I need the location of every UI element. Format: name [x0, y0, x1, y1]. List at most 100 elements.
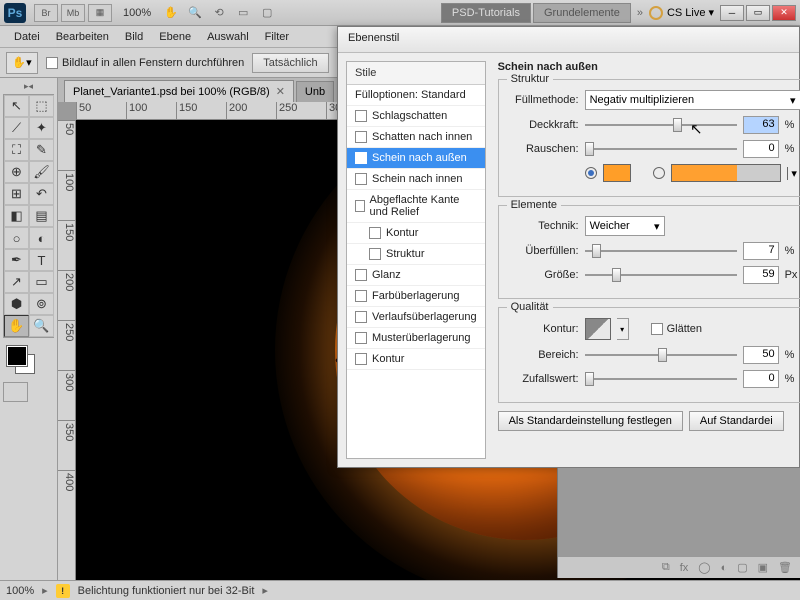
style-item-9[interactable]: Farbüberlagerung — [347, 286, 485, 307]
history-tool[interactable]: ↶ — [29, 183, 54, 205]
shape-tool[interactable]: ▭ — [29, 271, 54, 293]
screenmode-icon[interactable]: ▢ — [257, 6, 277, 19]
eyedropper-tool[interactable]: ✎ — [29, 139, 54, 161]
style-item-12[interactable]: Kontur — [347, 349, 485, 370]
bridge-button[interactable]: Br — [34, 4, 58, 22]
stamp-tool[interactable]: ⊞ — [4, 183, 29, 205]
heal-tool[interactable]: ⊕ — [4, 161, 29, 183]
style-item-10[interactable]: Verlaufsüberlagerung — [347, 307, 485, 328]
noise-slider[interactable] — [585, 141, 737, 157]
size-slider[interactable] — [585, 267, 737, 283]
menu-bearbeiten[interactable]: Bearbeiten — [48, 28, 117, 46]
blendmode-select[interactable]: Negativ multiplizieren▾ — [585, 90, 800, 110]
tool-preset[interactable]: ✋▾ — [6, 52, 38, 74]
gradient-dropdown[interactable]: ▾ — [787, 167, 800, 180]
eraser-tool[interactable]: ◧ — [4, 205, 29, 227]
style-item-4[interactable]: Schein nach innen — [347, 169, 485, 190]
zoom-tool[interactable]: 🔍 — [29, 315, 54, 337]
lasso-tool[interactable]: ⟋ — [4, 117, 29, 139]
actual-pixels-button[interactable]: Tatsächlich — [252, 53, 328, 73]
quickmask-button[interactable] — [3, 382, 28, 402]
close-icon[interactable]: ✕ — [276, 85, 285, 98]
workspace-tab-1[interactable]: PSD-Tutorials — [441, 3, 531, 23]
status-arrow[interactable]: ▸ — [42, 584, 48, 597]
newlayer-icon[interactable]: ▣ — [758, 561, 768, 574]
style-item-0[interactable]: Füllopti­onen: Standard — [347, 85, 485, 106]
make-default-button[interactable]: Als Standardeinstellung festlegen — [498, 411, 683, 431]
viewextras-button[interactable]: ▦ — [88, 4, 112, 22]
crop-tool[interactable]: ⛶ — [4, 139, 29, 161]
opacity-input[interactable]: 63 — [743, 116, 779, 134]
jitter-input[interactable]: 0 — [743, 370, 779, 388]
menu-ebene[interactable]: Ebene — [151, 28, 199, 46]
document-tab-2[interactable]: Unb — [296, 81, 334, 102]
style-item-6[interactable]: Kontur — [347, 223, 485, 244]
style-item-2[interactable]: Schatten nach innen — [347, 127, 485, 148]
contour-picker[interactable] — [585, 318, 611, 340]
adjustment-icon[interactable]: ◐ — [721, 562, 728, 574]
hand-tool[interactable]: ✋ — [4, 315, 29, 337]
type-tool[interactable]: T — [29, 249, 54, 271]
style-item-11[interactable]: Musterüberlagerung — [347, 328, 485, 349]
path-tool[interactable]: ↗ — [4, 271, 29, 293]
blur-tool[interactable]: ○ — [4, 227, 29, 249]
folder-icon[interactable]: ▢ — [737, 561, 747, 574]
menu-datei[interactable]: Datei — [6, 28, 48, 46]
scroll-all-checkbox[interactable]: Bildlauf in allen Fenstern durchführen — [46, 57, 244, 69]
trash-icon[interactable]: 🗑 — [778, 561, 792, 574]
jitter-slider[interactable] — [585, 371, 737, 387]
move-tool[interactable]: ↖ — [4, 95, 29, 117]
dodge-tool[interactable]: ◐ — [29, 227, 54, 249]
reset-default-button[interactable]: Auf Standardei — [689, 411, 784, 431]
style-item-7[interactable]: Struktur — [347, 244, 485, 265]
menu-filter[interactable]: Filter — [257, 28, 297, 46]
glow-gradient-swatch[interactable] — [671, 164, 781, 182]
window-close[interactable]: ✕ — [772, 5, 796, 21]
range-input[interactable]: 50 — [743, 346, 779, 364]
camera-tool[interactable]: ⊚ — [29, 293, 54, 315]
noise-input[interactable]: 0 — [743, 140, 779, 158]
style-list-header[interactable]: Stile — [347, 62, 485, 85]
menu-bild[interactable]: Bild — [117, 28, 151, 46]
3d-tool[interactable]: ⬢ — [4, 293, 29, 315]
gradient-tool[interactable]: ▤ — [29, 205, 54, 227]
mask-icon[interactable]: ◯ — [698, 561, 710, 574]
technique-select[interactable]: Weicher▾ — [585, 216, 665, 236]
document-tab-1[interactable]: Planet_Variante1.psd bei 100% (RGB/8)✕ — [64, 80, 294, 102]
brush-tool[interactable]: 🖌 — [29, 161, 54, 183]
cslive-button[interactable]: CS Live▾ — [649, 6, 714, 20]
color-swatches[interactable] — [3, 342, 54, 378]
zoom-display[interactable]: 100% — [123, 7, 151, 19]
style-item-1[interactable]: Schlagschatten — [347, 106, 485, 127]
color-radio[interactable] — [585, 167, 597, 179]
window-minimize[interactable]: ─ — [720, 5, 744, 21]
fx-icon[interactable]: fx — [680, 562, 689, 574]
spread-slider[interactable] — [585, 243, 737, 259]
hand-icon[interactable]: ✋ — [161, 6, 181, 19]
marquee-tool[interactable]: ⬚ — [29, 95, 54, 117]
antialias-checkbox[interactable]: Glätten — [651, 323, 702, 335]
zoom-icon[interactable]: 🔍 — [185, 6, 205, 19]
link-icon[interactable]: ⧉ — [662, 561, 670, 574]
status-zoom[interactable]: 100% — [6, 585, 34, 597]
spread-input[interactable]: 7 — [743, 242, 779, 260]
range-slider[interactable] — [585, 347, 737, 363]
arrange-icon[interactable]: ▭ — [233, 6, 253, 19]
status-arrow-2[interactable]: ▸ — [262, 584, 268, 597]
contour-dropdown[interactable]: ▾ — [617, 318, 629, 340]
menu-auswahl[interactable]: Auswahl — [199, 28, 257, 46]
opacity-slider[interactable] — [585, 117, 737, 133]
style-item-8[interactable]: Glanz — [347, 265, 485, 286]
workspace-tab-2[interactable]: Grundelemente — [533, 3, 631, 23]
gradient-radio[interactable] — [653, 167, 665, 179]
glow-color-swatch[interactable] — [603, 164, 631, 182]
wand-tool[interactable]: ✦ — [29, 117, 54, 139]
pen-tool[interactable]: ✒ — [4, 249, 29, 271]
style-item-5[interactable]: Abgeflachte Kante und Relief — [347, 190, 485, 223]
window-maximize[interactable]: ▭ — [746, 5, 770, 21]
size-input[interactable]: 59 — [743, 266, 779, 284]
rotate-icon[interactable]: ⟲ — [209, 6, 229, 19]
style-item-3[interactable]: ✓Schein nach außen — [347, 148, 485, 169]
minibridge-button[interactable]: Mb — [61, 4, 85, 22]
more-workspaces[interactable]: » — [637, 7, 643, 19]
